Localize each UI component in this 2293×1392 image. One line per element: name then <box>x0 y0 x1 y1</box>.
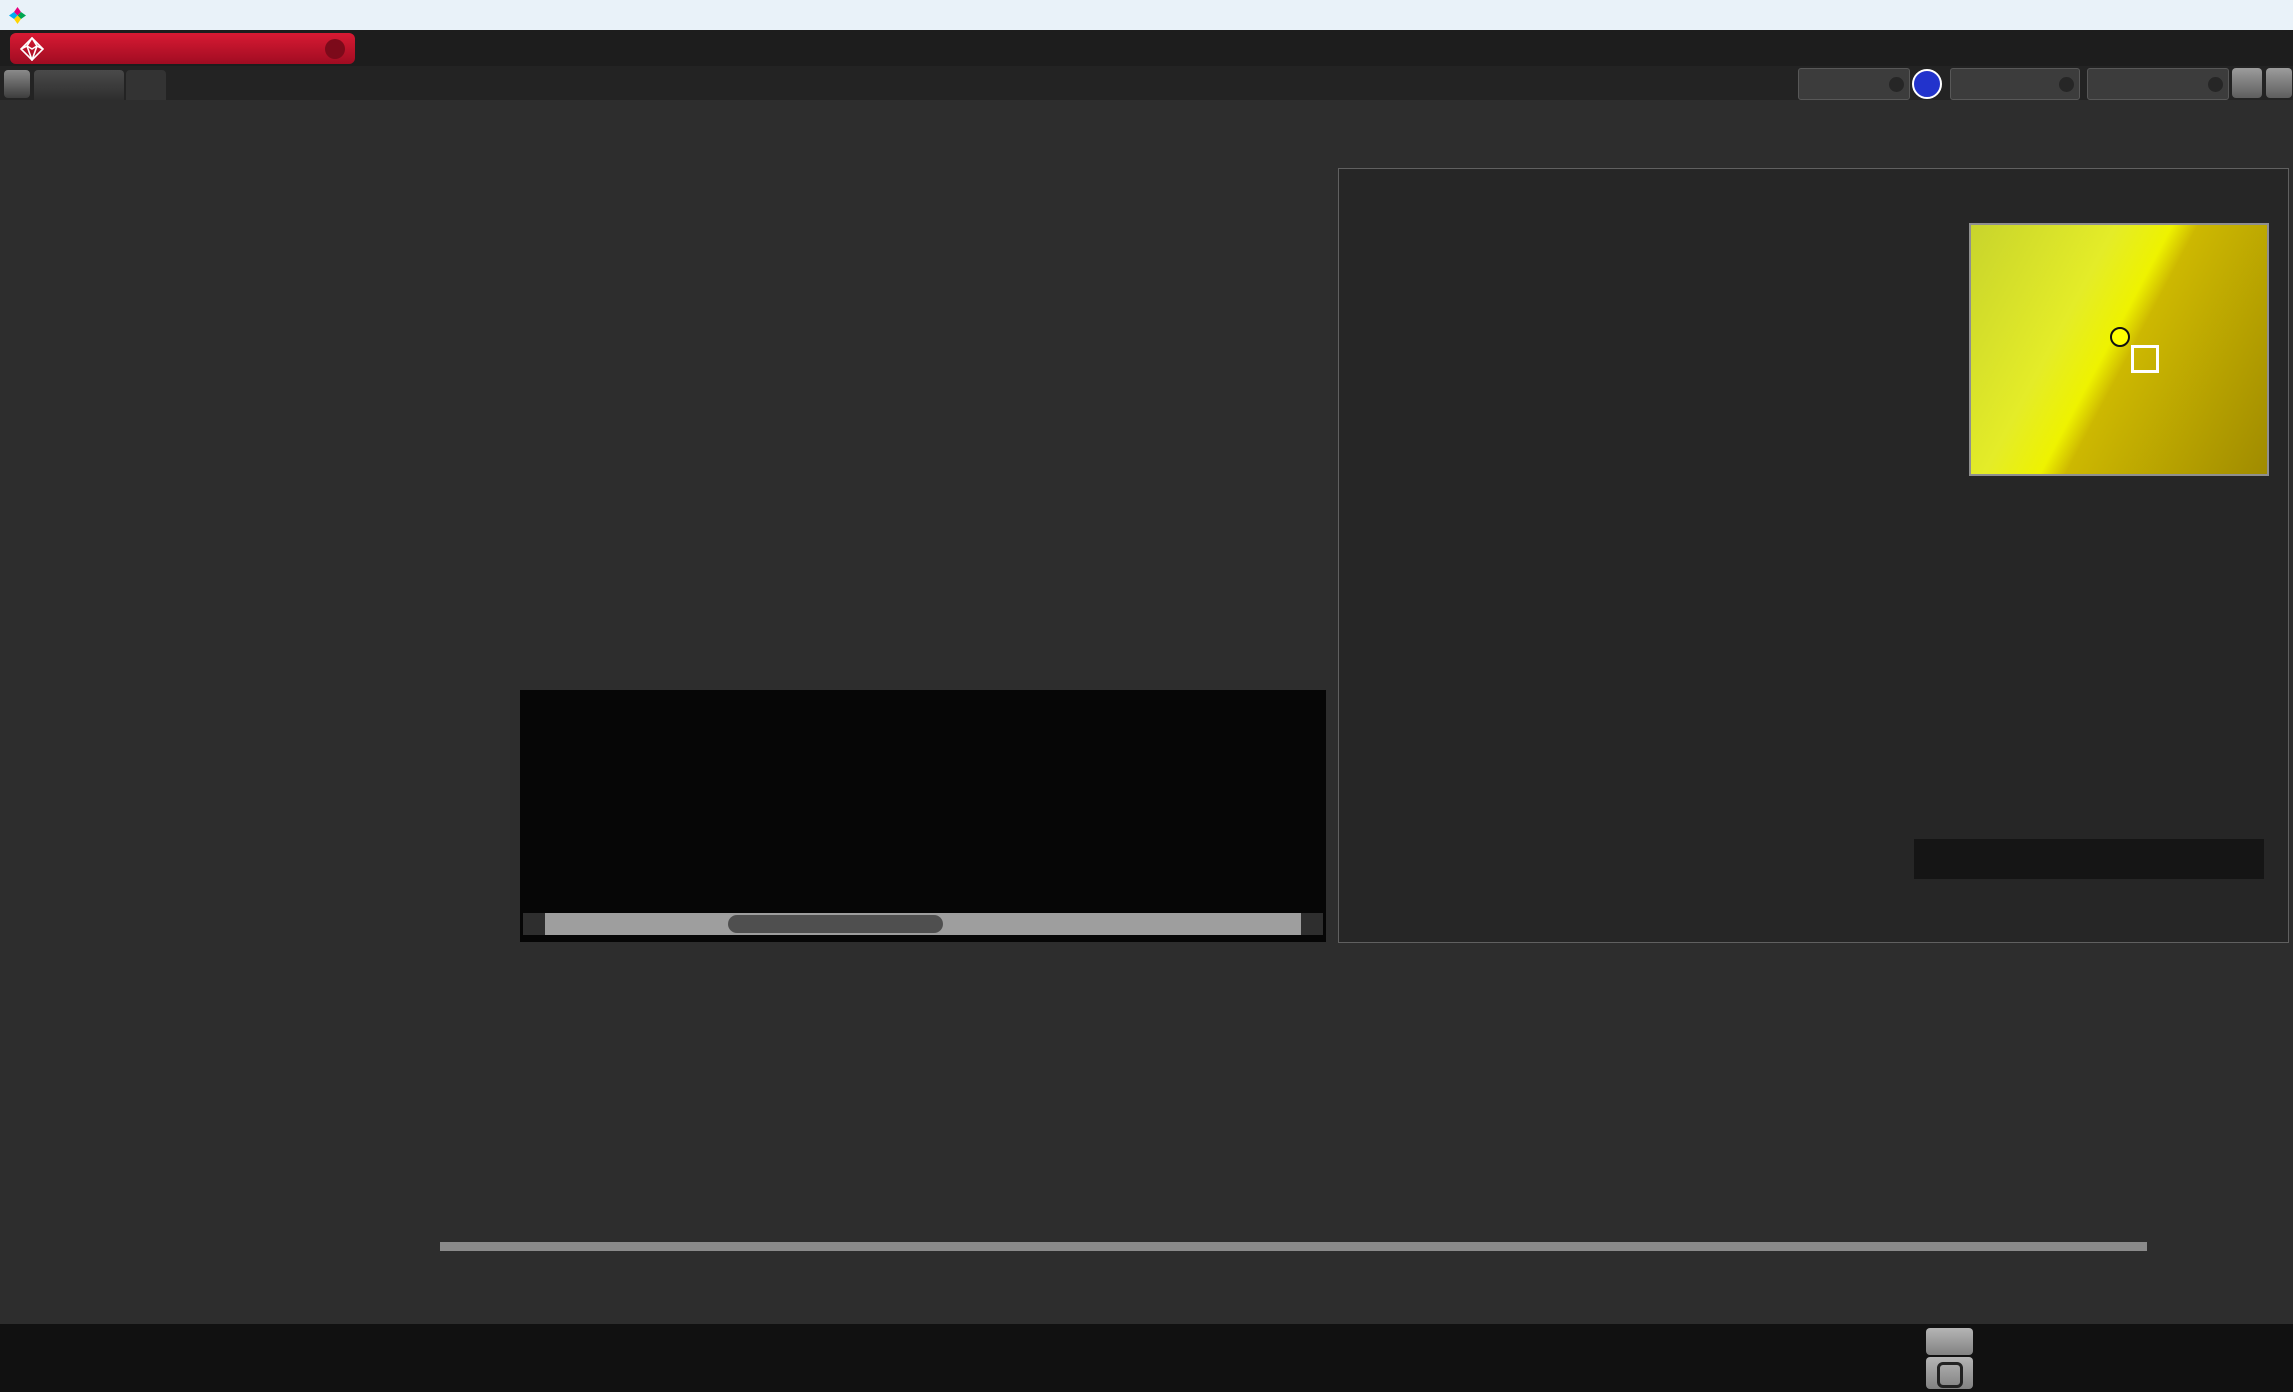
scroll-right-button[interactable] <box>1301 913 1323 935</box>
source-dropdown[interactable] <box>1950 68 2080 100</box>
meter-dropdown[interactable] <box>1798 68 1910 100</box>
meter-status-stripe <box>1799 69 1803 99</box>
deltae-bar-chart <box>28 362 498 840</box>
display-control-dropdown[interactable] <box>2087 68 2229 100</box>
settings-gear-button[interactable] <box>2232 68 2262 98</box>
patch-preview-strip <box>520 690 1326 942</box>
delta-lch-charts <box>500 205 1330 710</box>
strip-scrollbar[interactable] <box>523 913 1323 935</box>
pattern-up-button[interactable] <box>1926 1328 1973 1355</box>
source-status-stripe <box>1951 69 1955 99</box>
stop-square-icon <box>1937 1362 1963 1388</box>
inset-target-square <box>2131 345 2159 373</box>
chevron-down-icon <box>1889 77 1904 92</box>
tab-scroll-left-button[interactable] <box>4 70 30 98</box>
add-tab-button[interactable] <box>126 70 166 100</box>
cie-zoom-inset <box>1969 223 2269 476</box>
cie-1931-panel <box>1338 168 2289 943</box>
close-button[interactable] <box>2248 0 2293 30</box>
table-scrollbar[interactable] <box>440 1242 2147 1251</box>
calman-app-window <box>0 0 2293 1392</box>
maximize-button[interactable] <box>2200 0 2248 30</box>
app-icon <box>9 7 26 24</box>
window-titlebar <box>0 0 2293 30</box>
tab-history-1[interactable] <box>34 70 124 100</box>
scrollbar-thumb[interactable] <box>728 915 943 933</box>
calman-menu-button[interactable] <box>10 33 355 64</box>
chevron-down-icon <box>2059 77 2074 92</box>
calman-gem-icon <box>20 37 44 61</box>
rgb-triplet-readout <box>1914 839 2264 879</box>
meter-count-badge <box>1912 69 1942 99</box>
pattern-bar <box>0 1324 2293 1392</box>
calman-menu-caret-icon <box>325 39 345 59</box>
minimize-button[interactable] <box>2152 0 2200 30</box>
display-status-stripe <box>2088 69 2092 99</box>
collapse-panel-button[interactable] <box>2266 68 2292 98</box>
chevron-down-icon <box>2208 77 2223 92</box>
inset-measured-point <box>2110 327 2130 347</box>
scroll-left-button[interactable] <box>523 913 545 935</box>
pattern-stop-button[interactable] <box>1926 1357 1973 1389</box>
